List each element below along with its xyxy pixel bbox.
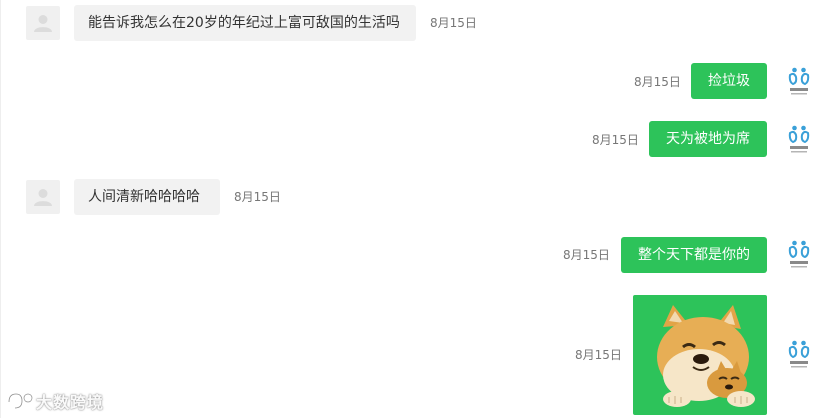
brand-avatar[interactable] bbox=[788, 124, 810, 156]
brand-avatar[interactable] bbox=[788, 339, 810, 371]
chat-window: 能告诉我怎么在20岁的年纪过上富可敌国的生活吗 8月15日 8月15日 捡垃圾 … bbox=[0, 0, 820, 418]
message-timestamp: 8月15日 bbox=[430, 16, 477, 30]
watermark: 大数跨境 bbox=[6, 388, 104, 414]
message-bubble[interactable]: 人间清新哈哈哈哈 bbox=[74, 179, 220, 215]
message-bubble[interactable]: 整个天下都是你的 bbox=[621, 237, 767, 273]
watermark-text: 大数跨境 bbox=[36, 393, 105, 412]
default-user-avatar-icon bbox=[34, 15, 52, 32]
sticker-message[interactable] bbox=[633, 295, 767, 415]
message-timestamp: 8月15日 bbox=[563, 248, 610, 262]
message-bubble[interactable]: 捡垃圾 bbox=[691, 63, 767, 99]
default-user-avatar-icon bbox=[34, 189, 52, 206]
message-timestamp: 8月15日 bbox=[634, 75, 681, 89]
message-bubble[interactable]: 能告诉我怎么在20岁的年纪过上富可敌国的生活吗 bbox=[74, 5, 416, 41]
message-timestamp: 8月15日 bbox=[592, 133, 639, 147]
message-timestamp: 8月15日 bbox=[234, 190, 281, 204]
brand-avatar[interactable] bbox=[788, 66, 810, 98]
user-avatar[interactable] bbox=[26, 6, 60, 40]
brand-logo-avatar-icon bbox=[788, 125, 810, 153]
brand-avatar[interactable] bbox=[788, 239, 810, 271]
user-avatar[interactable] bbox=[26, 180, 60, 214]
panel-divider bbox=[0, 0, 1, 418]
doge-hugging-sticker bbox=[657, 305, 755, 407]
brand-logo-avatar-icon bbox=[788, 67, 810, 95]
message-timestamp: 8月15日 bbox=[575, 348, 622, 362]
brand-logo-avatar-icon bbox=[788, 340, 810, 368]
message-bubble[interactable]: 天为被地为席 bbox=[649, 121, 767, 157]
watermark-logo-icon bbox=[7, 392, 34, 410]
brand-logo-avatar-icon bbox=[788, 240, 810, 268]
